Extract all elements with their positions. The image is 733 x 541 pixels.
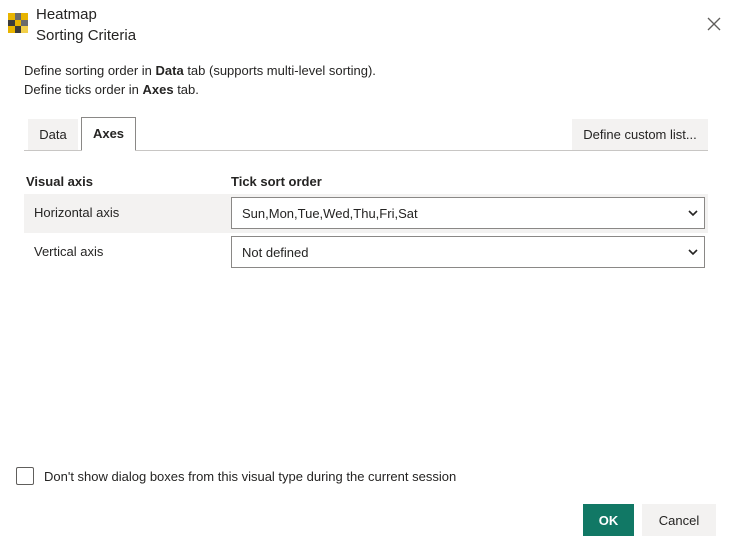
dialog-subtitle: Sorting Criteria xyxy=(36,27,137,44)
axis-sort-table: Visual axis Tick sort order Horizontal a… xyxy=(24,172,708,272)
table-row-horizontal-axis: Horizontal axis Sun,Mon,Tue,Wed,Thu,Fri,… xyxy=(24,194,708,233)
cancel-button[interactable]: Cancel xyxy=(642,504,716,536)
column-header-visual-axis: Visual axis xyxy=(26,174,93,189)
select-value: Sun,Mon,Tue,Wed,Thu,Fri,Sat xyxy=(242,206,418,221)
dialog-title: Heatmap xyxy=(36,6,97,23)
column-header-tick-sort-order: Tick sort order xyxy=(231,174,322,189)
row-label: Horizontal axis xyxy=(34,205,120,220)
instruction-axes-tab: Define ticks order in Axes tab. xyxy=(24,82,199,97)
tab-data[interactable]: Data xyxy=(28,119,78,150)
table-header: Visual axis Tick sort order xyxy=(24,172,708,194)
dont-show-again-checkbox[interactable] xyxy=(16,467,34,485)
define-custom-list-button[interactable]: Define custom list... xyxy=(572,119,708,150)
horizontal-axis-sort-select[interactable]: Sun,Mon,Tue,Wed,Thu,Fri,Sat xyxy=(231,197,705,229)
select-value: Not defined xyxy=(242,245,309,260)
ok-button[interactable]: OK xyxy=(583,504,634,536)
dont-show-again-label: Don't show dialog boxes from this visual… xyxy=(44,469,457,484)
vertical-axis-sort-select[interactable]: Not defined xyxy=(231,236,705,268)
tab-bar: Data Axes Define custom list... xyxy=(24,117,708,151)
close-button[interactable] xyxy=(703,13,725,35)
table-row-vertical-axis: Vertical axis Not defined xyxy=(24,233,708,272)
chevron-down-icon xyxy=(688,210,698,217)
chevron-down-icon xyxy=(688,249,698,256)
tab-axes[interactable]: Axes xyxy=(81,117,136,151)
close-icon xyxy=(707,17,721,31)
instruction-data-tab: Define sorting order in Data tab (suppor… xyxy=(24,63,376,78)
row-label: Vertical axis xyxy=(34,244,104,259)
heatmap-icon xyxy=(8,13,28,33)
